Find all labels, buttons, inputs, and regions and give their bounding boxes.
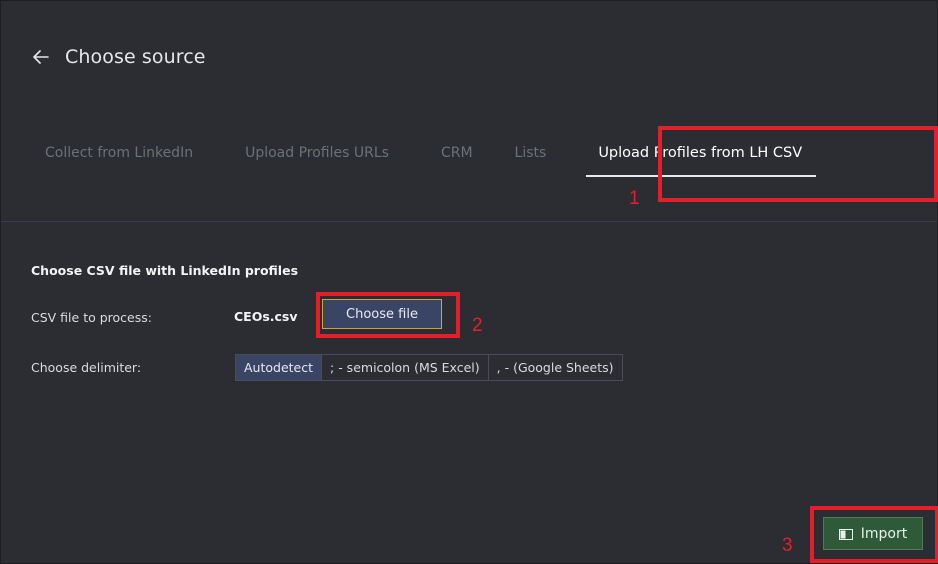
tab-label: Upload Profiles from LH CSV xyxy=(598,145,803,161)
active-tab-indicator xyxy=(586,175,817,177)
header: Choose source xyxy=(31,39,206,75)
delimiter-selector: Autodetect ; - semicolon (MS Excel) , - … xyxy=(235,354,623,381)
tab-collect-from-linkedin[interactable]: Collect from LinkedIn xyxy=(45,121,193,187)
import-icon xyxy=(838,528,853,540)
tab-lists[interactable]: Lists xyxy=(515,121,547,187)
source-tabs: Collect from LinkedIn Upload Profiles UR… xyxy=(31,121,937,187)
delimiter-comma[interactable]: , - (Google Sheets) xyxy=(487,355,622,380)
section-title: Choose CSV file with LinkedIn profiles xyxy=(31,263,299,278)
choose-source-panel: Choose source Collect from LinkedIn Uplo… xyxy=(0,0,938,564)
file-label: CSV file to process: xyxy=(31,310,152,325)
annotation-number-2: 2 xyxy=(472,315,483,336)
annotation-number-1: 1 xyxy=(629,188,640,209)
choose-file-button[interactable]: Choose file xyxy=(322,299,442,329)
selected-file-name: CEOs.csv xyxy=(234,309,298,324)
delimiter-autodetect[interactable]: Autodetect xyxy=(236,355,322,380)
tab-crm[interactable]: CRM xyxy=(441,121,473,187)
divider xyxy=(1,221,937,222)
import-label: Import xyxy=(860,525,908,542)
tab-upload-profiles-urls[interactable]: Upload Profiles URLs xyxy=(245,121,389,187)
page-title: Choose source xyxy=(65,46,206,68)
tab-upload-profiles-from-lh-csv[interactable]: Upload Profiles from LH CSV xyxy=(586,121,817,187)
import-button[interactable]: Import xyxy=(823,517,923,550)
delimiter-semicolon[interactable]: ; - semicolon (MS Excel) xyxy=(321,355,488,380)
arrow-left-icon[interactable] xyxy=(31,47,51,67)
annotation-number-3: 3 xyxy=(782,535,793,556)
delimiter-label: Choose delimiter: xyxy=(31,360,142,375)
